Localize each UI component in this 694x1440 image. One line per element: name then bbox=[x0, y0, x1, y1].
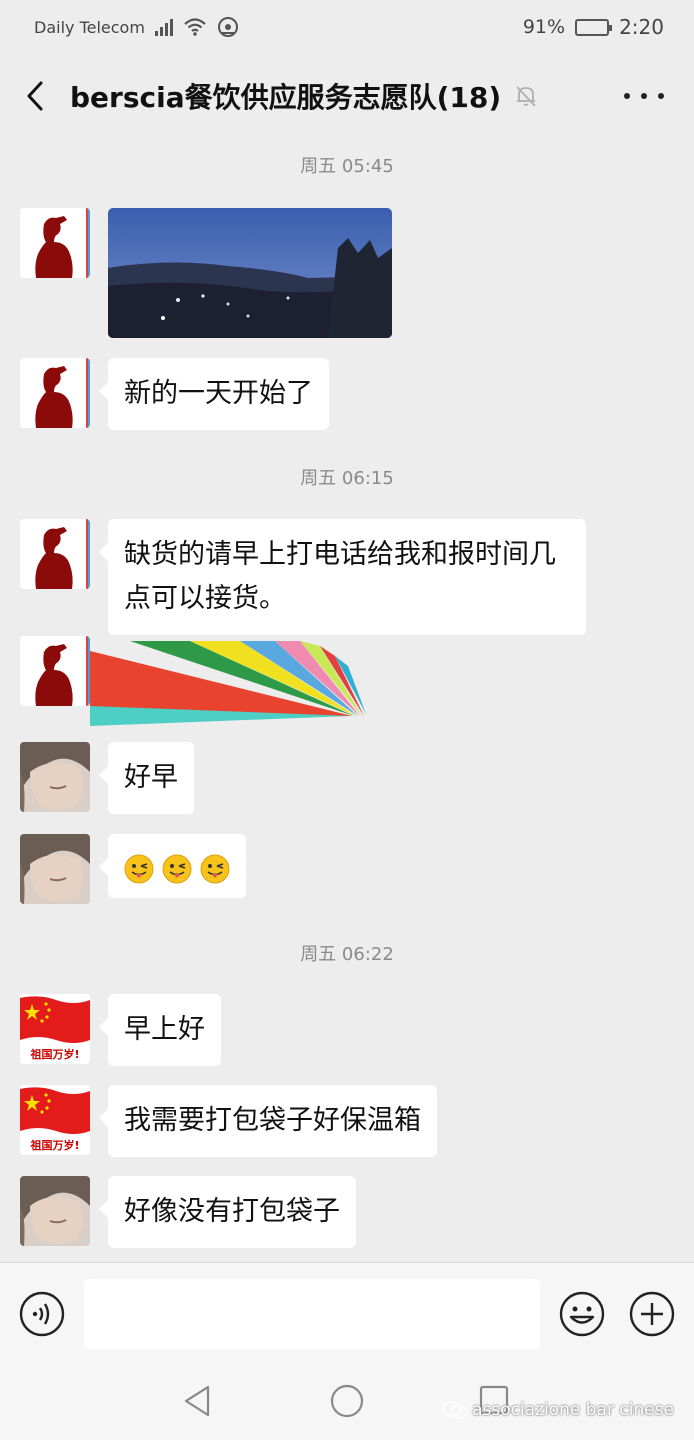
message-sticker bbox=[20, 636, 370, 726]
message-row bbox=[20, 834, 246, 904]
chat-messages[interactable]: 周五 05:45 新的一天开始了 周五 06:15 缺货的请早上打电话给我和报时… bbox=[0, 136, 694, 1262]
voice-icon[interactable] bbox=[18, 1290, 66, 1338]
status-left: Daily Telecom bbox=[34, 16, 239, 38]
avatar-girl[interactable] bbox=[20, 742, 90, 812]
message-bubble[interactable]: 我需要打包袋子好保温箱 bbox=[99, 1085, 437, 1157]
message-bubble[interactable]: 新的一天开始了 bbox=[99, 358, 329, 430]
wink-tongue-emoji-icon bbox=[162, 854, 192, 884]
message-bubble[interactable]: 缺货的请早上打电话给我和报时间几点可以接货。 bbox=[99, 519, 586, 635]
carrier-label: Daily Telecom bbox=[34, 17, 145, 37]
battery-icon bbox=[575, 18, 613, 36]
chevron-left-icon bbox=[27, 81, 43, 111]
avatar-drinker[interactable] bbox=[20, 519, 90, 589]
wink-tongue-emoji-icon bbox=[200, 854, 230, 884]
watermark: associazione bar cinese bbox=[442, 1400, 674, 1420]
message-bubble[interactable]: 早上好 bbox=[99, 994, 221, 1066]
nav-back-icon[interactable] bbox=[182, 1384, 212, 1418]
avatar-drinker[interactable] bbox=[20, 208, 90, 278]
avatar-flag-text: 祖国万岁! bbox=[29, 1047, 79, 1061]
message-bubble[interactable]: 好早 bbox=[99, 742, 194, 814]
message-bubble[interactable]: 好像没有打包袋子 bbox=[99, 1176, 356, 1248]
mute-bell-icon bbox=[516, 86, 536, 107]
avatar-flag[interactable]: 祖国万岁! bbox=[20, 994, 90, 1064]
wifi-icon bbox=[184, 18, 206, 36]
battery-percent: 91% bbox=[522, 16, 566, 38]
message-row: 好像没有打包袋子 bbox=[20, 1176, 356, 1248]
wink-tongue-emoji-icon bbox=[124, 854, 154, 884]
timestamp: 周五 05:45 bbox=[300, 156, 394, 177]
chat-header: berscia餐饮供应服务志愿队(18) bbox=[0, 56, 694, 136]
back-button[interactable] bbox=[0, 56, 70, 136]
system-nav-bar: associazione bar cinese bbox=[0, 1364, 694, 1440]
chat-title: berscia餐饮供应服务志愿队(18) bbox=[70, 81, 502, 114]
hotspot-icon bbox=[217, 17, 238, 37]
clock: 2:20 bbox=[619, 15, 664, 39]
avatar-girl[interactable] bbox=[20, 834, 90, 904]
wechat-icon bbox=[442, 1401, 468, 1419]
message-row: 缺货的请早上打电话给我和报时间几点可以接货。 bbox=[20, 519, 586, 635]
photo-message[interactable] bbox=[108, 208, 392, 338]
message-row: 祖国万岁! 我需要打包袋子好保温箱 bbox=[20, 1085, 437, 1157]
rainbow-sticker[interactable] bbox=[90, 636, 370, 726]
watermark-text: associazione bar cinese bbox=[472, 1400, 674, 1420]
avatar-flag-text: 祖国万岁! bbox=[29, 1138, 79, 1152]
avatar-drinker[interactable] bbox=[20, 358, 90, 428]
nav-home-icon[interactable] bbox=[329, 1383, 365, 1419]
emoji-bubble[interactable] bbox=[99, 834, 246, 898]
timestamp: 周五 06:15 bbox=[300, 468, 394, 489]
input-bar bbox=[0, 1262, 694, 1364]
message-row: 祖国万岁! 早上好 bbox=[20, 994, 221, 1066]
plus-icon[interactable] bbox=[628, 1290, 676, 1338]
message-row: 好早 bbox=[20, 742, 194, 814]
avatar-drinker[interactable] bbox=[20, 636, 90, 706]
timestamp: 周五 06:22 bbox=[300, 944, 394, 965]
message-row: 新的一天开始了 bbox=[20, 358, 329, 430]
status-bar: Daily Telecom 91% 2:20 bbox=[0, 0, 694, 54]
signal-icon bbox=[154, 18, 173, 36]
message-input[interactable] bbox=[84, 1279, 540, 1349]
status-right: 91% 2:20 bbox=[523, 15, 664, 39]
message-image bbox=[20, 208, 392, 338]
avatar-flag[interactable]: 祖国万岁! bbox=[20, 1085, 90, 1155]
more-options-button[interactable] bbox=[624, 78, 664, 114]
avatar-girl[interactable] bbox=[20, 1176, 90, 1246]
emoji-icon[interactable] bbox=[558, 1290, 606, 1338]
